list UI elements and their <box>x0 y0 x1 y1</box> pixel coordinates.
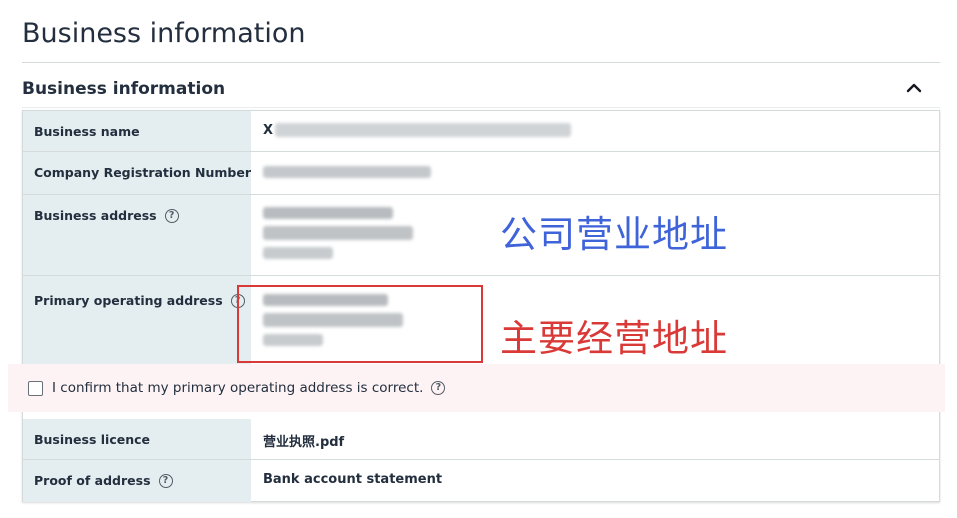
primary-address-highlight <box>237 285 483 363</box>
row-proof-of-address: Proof of address ? Bank account statemen… <box>23 460 939 502</box>
primary-address-annotation: 主要经营地址 <box>500 317 728 360</box>
chevron-up-icon[interactable] <box>902 76 926 100</box>
title-divider <box>22 62 940 63</box>
proof-of-address-label: Proof of address ? <box>34 473 173 488</box>
page-title: Business information <box>22 18 306 49</box>
business-address-label: Business address ? <box>34 208 179 223</box>
row-business-address: Business address ? <box>23 195 939 276</box>
confirm-address-checkbox[interactable] <box>28 381 43 396</box>
proof-of-address-value: Bank account statement <box>263 472 443 487</box>
company-registration-number-label: Company Registration Number <box>34 165 251 180</box>
business-name-label: Business name <box>34 124 140 139</box>
redacted-registration-number <box>263 166 431 178</box>
business-address-annotation: 公司营业地址 <box>500 213 728 256</box>
business-licence-label: Business licence <box>34 432 151 447</box>
section-header[interactable]: Business information <box>22 68 940 108</box>
section-title: Business information <box>22 79 226 99</box>
row-business-name: Business name X <box>23 111 939 152</box>
row-company-registration-number: Company Registration Number <box>23 152 939 195</box>
business-licence-value[interactable]: 营业执照.pdf <box>263 431 344 450</box>
primary-operating-address-label: Primary operating address ? <box>34 293 245 308</box>
confirm-address-text: I confirm that my primary operating addr… <box>52 380 446 396</box>
business-name-value: X <box>263 123 274 138</box>
redacted-business-name <box>275 123 571 137</box>
row-business-licence: Business licence 营业执照.pdf <box>23 419 939 460</box>
redacted-business-address <box>263 207 393 219</box>
help-icon[interactable]: ? <box>431 381 446 395</box>
help-icon[interactable]: ? <box>158 473 173 488</box>
help-icon[interactable]: ? <box>164 208 179 223</box>
confirm-address-band: I confirm that my primary operating addr… <box>8 364 945 412</box>
